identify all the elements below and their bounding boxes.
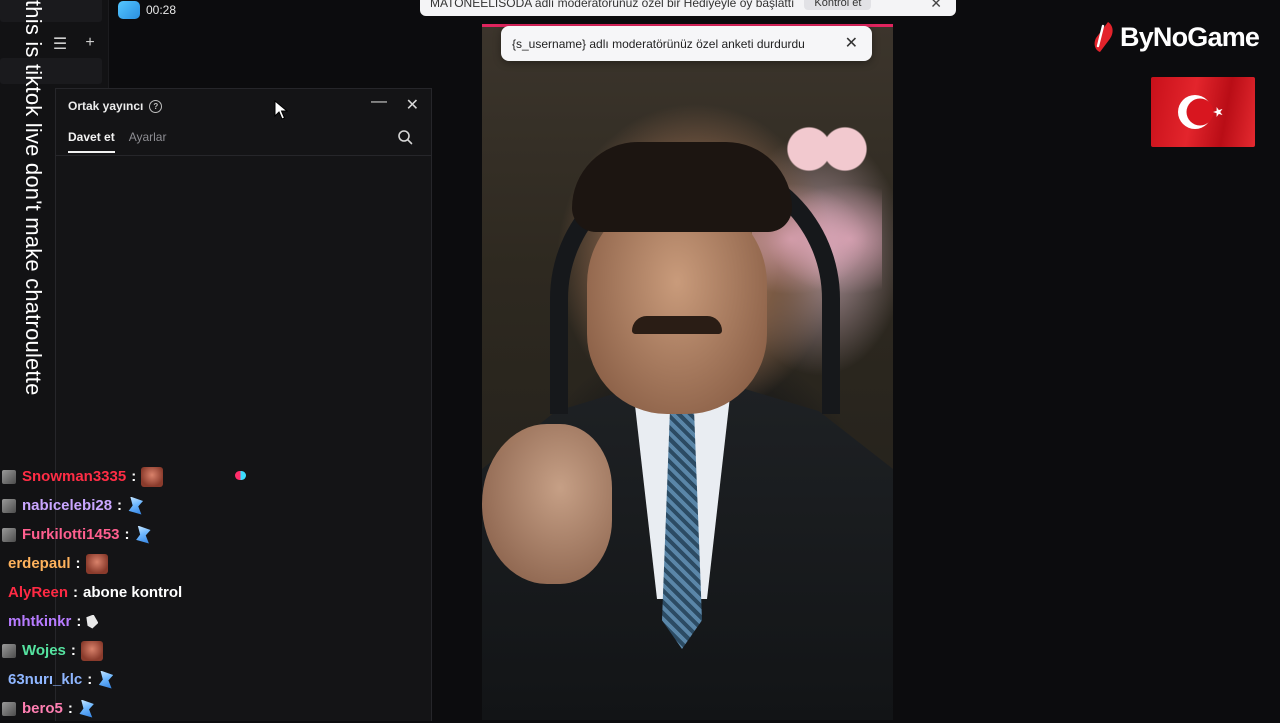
chat-separator: : [124, 526, 130, 543]
close-icon[interactable]: ✕ [930, 0, 942, 12]
chat-username[interactable]: Wojes [22, 642, 66, 659]
chat-separator: : [87, 671, 93, 688]
chat-username[interactable]: AlyReen [8, 584, 68, 601]
chat-message: AlyReen: abone kontrol [0, 578, 420, 607]
check-button[interactable]: Kontrol et [804, 0, 872, 10]
badge-icon [2, 527, 16, 542]
chat-separator: : [75, 555, 81, 572]
emote-face-icon [141, 466, 164, 487]
chat-message: Wojes: [0, 636, 420, 665]
chat-separator: : [70, 642, 76, 659]
background-bow [782, 119, 872, 179]
badge-icon [2, 469, 16, 484]
chat-text: abone kontrol [83, 584, 183, 601]
emote-small-icon [86, 614, 99, 629]
streamer-mustache [632, 316, 722, 334]
mouse-cursor-icon [274, 100, 288, 120]
banner-text: MATONEELISODA adlı moderatörünüz özel bi… [430, 0, 795, 10]
sidebar-row[interactable] [0, 0, 102, 22]
moderator-toast: {s_username} adlı moderatörünüz özel ank… [501, 26, 872, 61]
tab-invite[interactable]: Davet et [68, 130, 115, 153]
flag-emblem-icon [1178, 95, 1223, 129]
chat-separator: : [67, 700, 73, 717]
live-app-icon [118, 1, 140, 19]
timer-text: 00:28 [146, 3, 177, 17]
sidebar-toolbar: ☰ + [52, 34, 98, 54]
chat-username[interactable]: Snowman3335 [22, 468, 126, 485]
close-icon[interactable]: ✕ [845, 33, 858, 53]
add-icon[interactable]: + [82, 34, 98, 54]
turkey-flag-icon [1151, 77, 1255, 147]
emote-wing-icon [136, 525, 151, 544]
close-icon[interactable]: ✕ [406, 95, 419, 115]
search-icon[interactable] [397, 129, 413, 145]
help-icon[interactable]: ? [149, 99, 163, 113]
chat-message: mhtkinkr: [0, 607, 420, 636]
emote-wing-icon [79, 699, 94, 718]
chat-separator: : [76, 613, 82, 630]
chat-message: Furkilotti1453: [0, 520, 420, 549]
list-icon[interactable]: ☰ [52, 34, 68, 54]
emote-face-icon [85, 553, 108, 574]
chat-message: Snowman3335: [0, 462, 420, 491]
overlay-caption: this is tiktok live don't make chatroule… [21, 0, 46, 396]
emote-face-icon [80, 640, 103, 661]
badge-icon [2, 498, 16, 513]
panel-title-text: Ortak yayıncı [68, 99, 144, 113]
chat-message: nabicelebi28: [0, 491, 420, 520]
emote-wing-icon [98, 670, 114, 689]
streamer-hair [572, 142, 792, 232]
brand-logo: ByNoGame [1090, 20, 1260, 54]
badge-icon [2, 643, 16, 658]
badge-icon [2, 701, 16, 716]
live-video [482, 24, 893, 720]
panel-divider [56, 155, 431, 156]
chat-message: erdepaul: [0, 549, 420, 578]
chat-separator: : [117, 497, 123, 514]
panel-tabs: Davet et Ayarlar [68, 130, 166, 153]
chat-username[interactable]: mhtkinkr [8, 613, 71, 630]
bynogame-logo-icon [1094, 22, 1113, 52]
chat-feed: Snowman3335: nabicelebi28: Furkilotti1453:… [0, 462, 420, 723]
sidebar-row[interactable] [0, 58, 102, 84]
tiktok-dot-icon [235, 471, 246, 480]
streamer-hand [482, 424, 612, 584]
chat-message: 63nurı_klc: [0, 665, 420, 694]
tab-settings[interactable]: Ayarlar [129, 130, 167, 153]
chat-message: bero5: [0, 694, 420, 723]
chat-username[interactable]: 63nurı_klc [8, 671, 82, 688]
chat-username[interactable]: Furkilotti1453 [22, 526, 120, 543]
brand-name: ByNoGame [1120, 21, 1260, 52]
minimize-icon[interactable]: — [371, 93, 387, 111]
live-timer: 00:28 [118, 1, 176, 19]
chat-username[interactable]: erdepaul [8, 555, 71, 572]
chat-separator: : [73, 584, 79, 601]
panel-title: Ortak yayıncı ? [68, 99, 163, 113]
toast-text: {s_username} adlı moderatörünüz özel ank… [512, 36, 805, 51]
chat-username[interactable]: bero5 [22, 700, 63, 717]
chat-separator: : [131, 468, 137, 485]
emote-wing-icon [128, 496, 144, 515]
gift-poll-banner: MATONEELISODA adlı moderatörünüz özel bi… [420, 0, 956, 16]
chat-username[interactable]: nabicelebi28 [22, 497, 112, 514]
